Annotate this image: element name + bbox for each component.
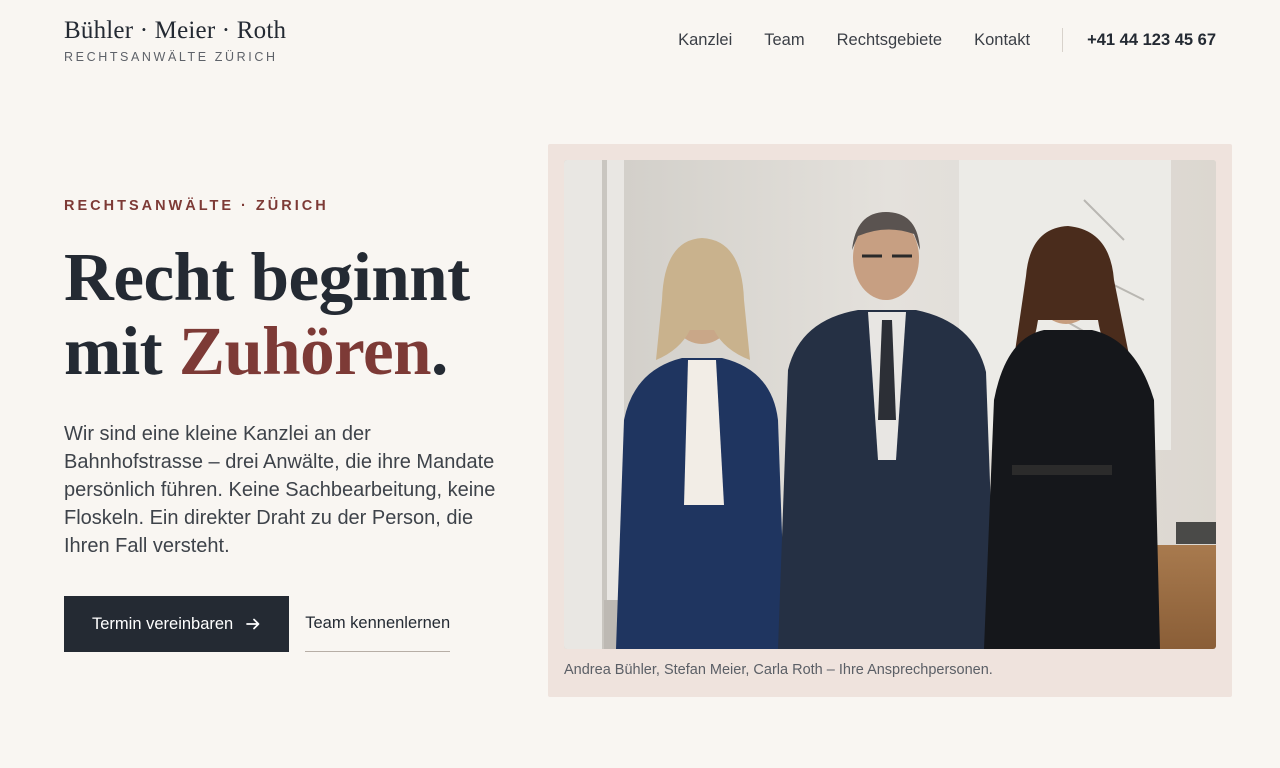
hero-eyebrow: RECHTSANWÄLTE · ZÜRICH — [64, 198, 329, 214]
hero-lead: Wir sind eine kleine Kanzlei an der Bahn… — [64, 423, 496, 557]
brand-subtitle: RECHTSANWÄLTE ZÜRICH — [64, 50, 278, 64]
site-header: Bühler · Meier · Roth RECHTSANWÄLTE ZÜRI… — [64, 18, 1216, 68]
meet-team-link[interactable]: Team kennenlernen — [305, 596, 451, 652]
headline-accent: Zuhören — [178, 313, 432, 389]
book-appointment-label: Termin vereinbaren — [92, 614, 234, 633]
nav-item-kontakt[interactable]: Kontakt — [974, 31, 1030, 50]
hero-section: RECHTSANWÄLTE · ZÜRICH Recht beginnt mit… — [64, 198, 514, 652]
headline-line-1: Recht beginnt — [64, 239, 470, 315]
main-nav: Kanzlei Team Rechtsgebiete Kontakt +41 4… — [678, 28, 1216, 52]
brand-name: Bühler · Meier · Roth — [64, 17, 287, 44]
phone-link[interactable]: +41 44 123 45 67 — [1087, 31, 1216, 50]
headline-line-2-prefix: mit — [64, 313, 179, 389]
brand-logo[interactable]: Bühler · Meier · Roth RECHTSANWÄLTE ZÜRI… — [64, 17, 287, 65]
cta-row: Termin vereinbaren Team kennenlernen — [64, 596, 514, 652]
team-photo — [564, 160, 1216, 649]
hero-headline: Recht beginnt mit Zuhören. — [64, 240, 514, 388]
nav-item-rechtsgebiete[interactable]: Rechtsgebiete — [837, 31, 943, 50]
headline-suffix: . — [431, 313, 448, 389]
team-photo-card: Andrea Bühler, Stefan Meier, Carla Roth … — [548, 144, 1232, 697]
nav-item-kanzlei[interactable]: Kanzlei — [678, 31, 732, 50]
photo-caption: Andrea Bühler, Stefan Meier, Carla Roth … — [564, 662, 993, 678]
nav-item-team[interactable]: Team — [764, 31, 804, 50]
arrow-right-icon — [245, 616, 261, 632]
nav-divider — [1062, 28, 1064, 52]
book-appointment-button[interactable]: Termin vereinbaren — [64, 596, 290, 652]
